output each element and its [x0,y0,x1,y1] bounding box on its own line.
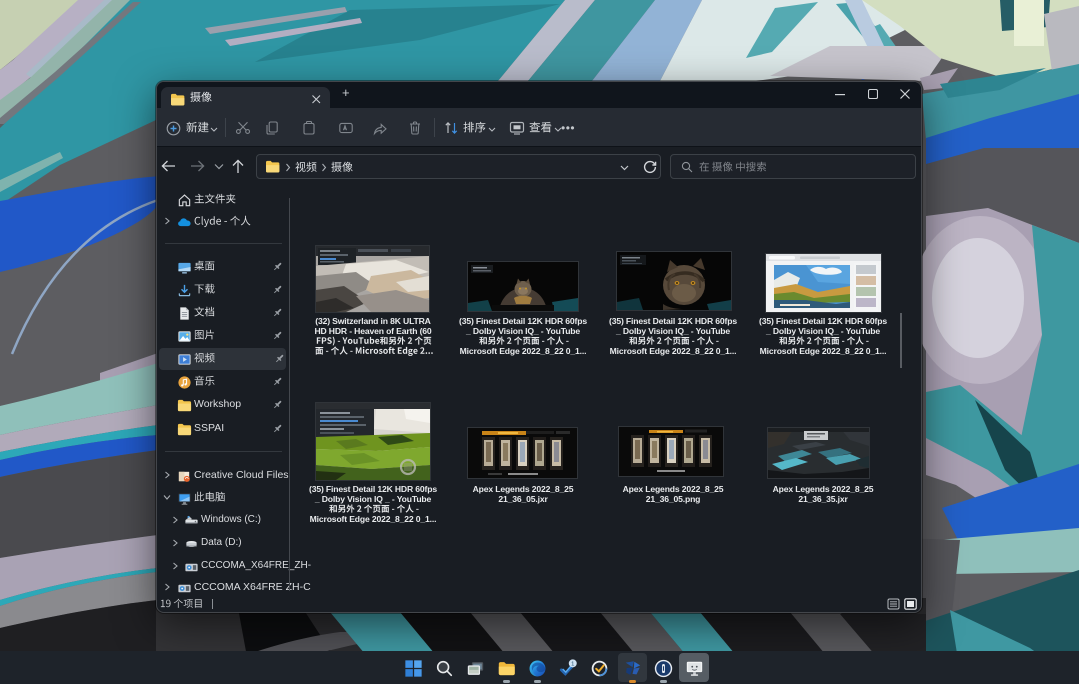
svg-text:1: 1 [571,661,574,667]
